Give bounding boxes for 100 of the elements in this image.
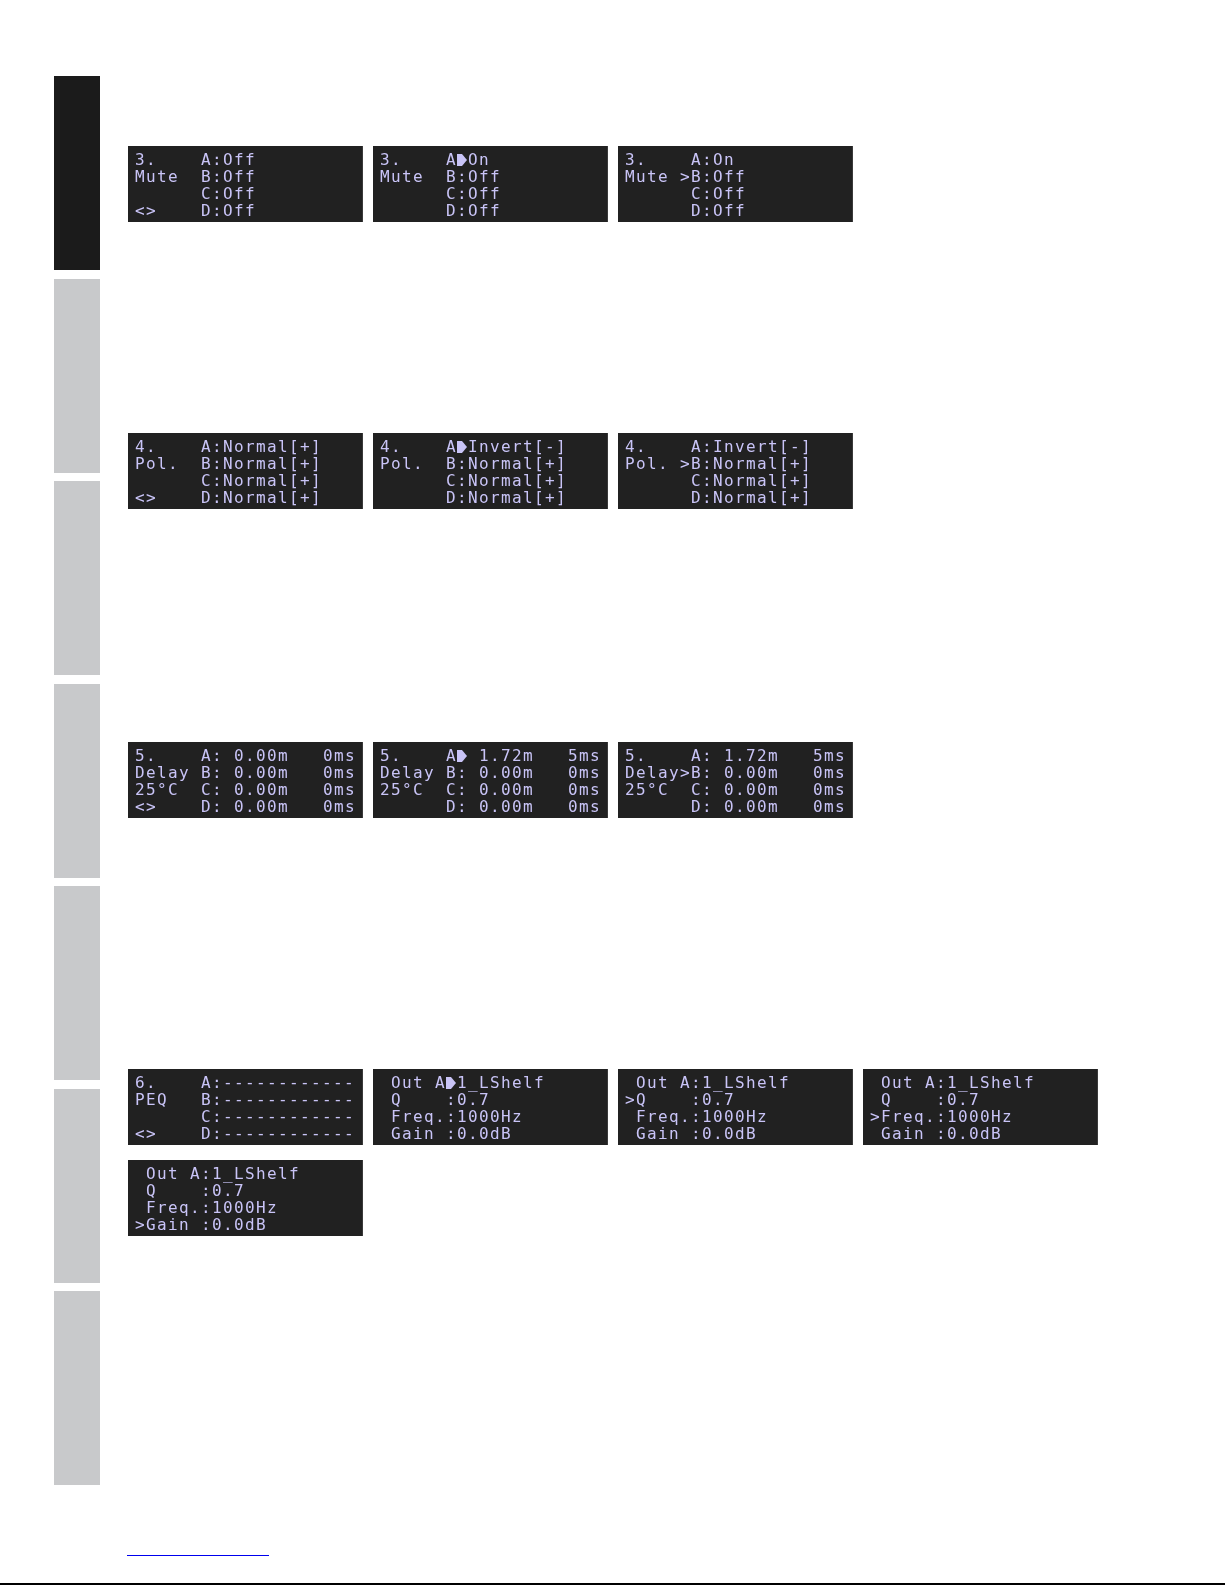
menu-label: 5. (625, 747, 648, 764)
parameter-label: Out A: (636, 1074, 703, 1091)
delay-time: 5ms (568, 747, 601, 764)
channel-value: Normal[+] (713, 455, 814, 472)
parameter-value: 1000Hz (212, 1199, 280, 1216)
parameter-value: 1_LShelf (947, 1074, 1037, 1091)
channel-value: 0.00m (234, 781, 290, 798)
channel-label: D: (201, 798, 223, 815)
channel-value: 1.72m (479, 747, 535, 764)
channel-value: 0.00m (479, 798, 535, 815)
channel-label: C: (446, 472, 468, 489)
channel-label: B: (201, 455, 223, 472)
channel-value: Off (223, 151, 257, 168)
channel-label: D: (446, 489, 468, 506)
parameter-label: Gain : (881, 1125, 948, 1142)
menu-label: 25°C (135, 781, 179, 798)
channel-label: C: (691, 185, 713, 202)
menu-label: Pol. (135, 455, 180, 472)
menu-label: 25°C (380, 781, 424, 798)
selection-pointer: > (625, 1091, 636, 1108)
parameter-label: Q : (881, 1091, 948, 1108)
channel-value: Normal[+] (713, 489, 814, 506)
channel-value: 0.00m (234, 764, 290, 781)
parameter-value: 0.7 (457, 1091, 490, 1108)
channel-value: 0.00m (234, 798, 290, 815)
parameter-value: 1_LShelf (702, 1074, 792, 1091)
parameter-label: Out A: (146, 1165, 213, 1182)
channel-value: Off (713, 202, 747, 219)
delay-time: 0ms (323, 764, 356, 781)
channel-value: 1.72m (724, 747, 780, 764)
channel-value: Off (468, 202, 502, 219)
channel-value: ------------ (223, 1125, 356, 1142)
channel-value: Normal[+] (468, 489, 569, 506)
menu-label: 3. (135, 151, 158, 168)
menu-label: 4. (380, 438, 403, 455)
channel-value: ------------ (223, 1108, 356, 1125)
menu-label: 5. (380, 747, 403, 764)
selection-pointer: > (680, 764, 691, 781)
menu-label: <> (135, 202, 158, 219)
channel-label: D: (691, 798, 713, 815)
menu-label: Pol. (380, 455, 425, 472)
menu-label: <> (135, 798, 158, 815)
delay-time: 0ms (323, 747, 356, 764)
delay-time: 5ms (813, 747, 846, 764)
channel-label: D: (201, 202, 223, 219)
channel-label: B: (691, 168, 713, 185)
delay-time: 0ms (813, 781, 846, 798)
channel-label: A: (201, 151, 223, 168)
channel-label: A: (201, 747, 223, 764)
channel-label: C: (201, 781, 223, 798)
parameter-label: Q : (391, 1091, 458, 1108)
channel-value: Off (468, 185, 502, 202)
channel-value: 0.00m (479, 764, 535, 781)
channel-value: Off (223, 185, 257, 202)
parameter-label: Freq.: (391, 1108, 458, 1125)
channel-value: Off (223, 168, 257, 185)
channel-label: C: (201, 472, 223, 489)
channel-label: D: (691, 202, 713, 219)
channel-label: A: (691, 747, 713, 764)
parameter-value: 1000Hz (947, 1108, 1015, 1125)
menu-label: Mute (135, 168, 180, 185)
channel-value: 0.00m (724, 798, 780, 815)
menu-label: 6. (135, 1074, 158, 1091)
channel-value: Normal[+] (223, 472, 324, 489)
menu-label: 4. (625, 438, 648, 455)
channel-label: D: (446, 798, 468, 815)
channel-value: 0.00m (234, 747, 290, 764)
parameter-label: Gain : (636, 1125, 703, 1142)
channel-label: C: (446, 185, 468, 202)
parameter-label: Gain : (391, 1125, 458, 1142)
channel-label: D: (691, 489, 713, 506)
channel-value: Off (713, 185, 747, 202)
channel-value: Off (468, 168, 502, 185)
menu-label: Delay (135, 764, 190, 781)
channel-value: Off (713, 168, 747, 185)
channel-label: A (446, 151, 457, 168)
delay-time: 0ms (323, 798, 356, 815)
delay-time: 0ms (568, 764, 601, 781)
channel-label: A: (201, 438, 223, 455)
parameter-value: 1_LShelf (457, 1074, 547, 1091)
parameter-value: 1_LShelf (212, 1165, 302, 1182)
channel-label: B: (691, 764, 713, 781)
channel-value: On (713, 151, 736, 168)
channel-label: C: (446, 781, 468, 798)
channel-label: A (446, 747, 457, 764)
channel-label: A: (691, 151, 713, 168)
menu-label: <> (135, 1125, 158, 1142)
parameter-value: 0.0dB (212, 1216, 268, 1233)
channel-value: Normal[+] (468, 472, 569, 489)
channel-label: B: (201, 1091, 223, 1108)
parameter-label: Out A (391, 1074, 446, 1091)
channel-value: 0.00m (479, 781, 535, 798)
parameter-value: 0.7 (212, 1182, 245, 1199)
menu-label: 5. (135, 747, 158, 764)
channel-value: Invert[-] (713, 438, 814, 455)
menu-label: 3. (380, 151, 403, 168)
delay-time: 0ms (323, 781, 356, 798)
channel-value: 0.00m (724, 764, 780, 781)
channel-value: On (468, 151, 491, 168)
parameter-value: 0.7 (947, 1091, 980, 1108)
